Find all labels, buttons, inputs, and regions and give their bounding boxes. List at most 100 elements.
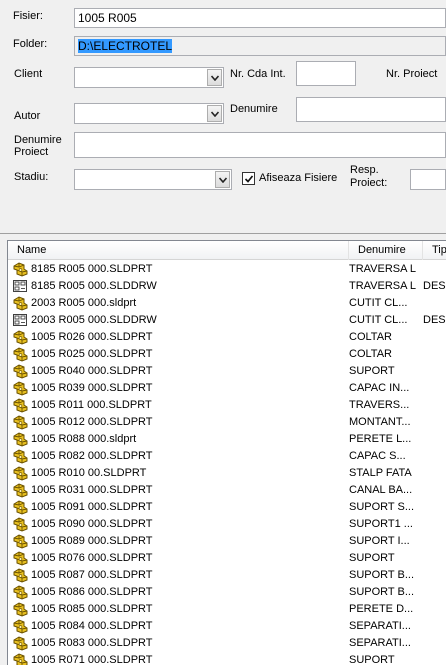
resp-proiect-label-line2: Proiect: [350, 177, 388, 189]
file-row[interactable]: 1005 R076 000.SLDPRT SUPORT [8, 550, 446, 567]
file-row[interactable]: 1005 R089 000.SLDPRT SUPORT I... [8, 533, 446, 550]
file-denumire: SUPORT B... [349, 586, 415, 598]
file-denumire: MONTANT... [349, 416, 411, 428]
file-row[interactable]: 1005 R011 000.SLDPRT TRAVERS... [8, 397, 446, 414]
file-tipd [423, 499, 446, 516]
file-row[interactable]: 1005 R088 000.sldprt PERETE L... [8, 431, 446, 448]
file-tipd [423, 397, 446, 414]
autor-dropdown[interactable] [74, 103, 224, 124]
stadiu-dropdown[interactable] [74, 169, 232, 190]
column-header-tipd[interactable]: TipD [423, 241, 446, 260]
part-icon [12, 414, 28, 430]
file-tipd [423, 601, 446, 618]
file-row[interactable]: 1005 R082 000.SLDPRT CAPAC S... [8, 448, 446, 465]
stadiu-label: Stadiu: [14, 171, 49, 183]
part-icon [12, 584, 28, 600]
file-denumire: SEPARATI... [349, 637, 411, 649]
checkmark-icon [244, 174, 253, 183]
file-tipd: DESE [423, 314, 446, 326]
file-row[interactable]: 1005 R083 000.SLDPRT SEPARATI... [8, 635, 446, 652]
afiseaza-fisiere-label[interactable]: Afiseaza Fisiere [259, 172, 337, 185]
file-tipd [423, 584, 446, 601]
file-row[interactable]: 1005 R040 000.SLDPRT SUPORT [8, 363, 446, 380]
client-dropdown-button[interactable] [207, 69, 222, 86]
file-row[interactable]: 1005 R026 000.SLDPRT COLTAR [8, 329, 446, 346]
file-denumire: SUPORT [349, 654, 395, 665]
file-name-cell: 1005 R026 000.SLDPRT [12, 329, 348, 346]
file-row[interactable]: 1005 R031 000.SLDPRT CANAL BA... [8, 482, 446, 499]
file-name: 1005 R025 000.SLDPRT [31, 348, 153, 360]
file-row[interactable]: 2003 R005 000.SLDDRW CUTIT CL... DESE [8, 312, 446, 329]
part-icon [12, 329, 28, 345]
column-header-denumire[interactable]: Denumire [349, 241, 423, 260]
file-row[interactable]: 1005 R087 000.SLDPRT SUPORT B... [8, 567, 446, 584]
column-header-name[interactable]: Name [8, 241, 349, 260]
file-name-cell: 1005 R025 000.SLDPRT [12, 346, 348, 363]
autor-dropdown-button[interactable] [207, 105, 222, 122]
file-name: 1005 R085 000.SLDPRT [31, 603, 153, 615]
denumire-field[interactable] [296, 97, 446, 122]
file-name: 1005 R012 000.SLDPRT [31, 416, 153, 428]
part-icon [12, 550, 28, 566]
chevron-down-icon [210, 74, 219, 81]
file-name: 1005 R011 000.SLDPRT [31, 399, 152, 411]
file-row[interactable]: 1005 R091 000.SLDPRT SUPORT S... [8, 499, 446, 516]
file-tipd [423, 533, 446, 550]
file-row[interactable]: 1005 R025 000.SLDPRT COLTAR [8, 346, 446, 363]
fisier-value: 1005 R005 [78, 11, 137, 25]
file-row[interactable]: 1005 R010 00.SLDPRT STALP FATA [8, 465, 446, 482]
file-name-cell: 8185 R005 000.SLDDRW [12, 278, 348, 295]
file-denumire: STALP FATA [349, 467, 412, 479]
file-name: 1005 R071 000.SLDPRT [31, 654, 153, 665]
file-row[interactable]: 8185 R005 000.SLDDRW TRAVERSA L DESE [8, 278, 446, 295]
file-row[interactable]: 8185 R005 000.SLDPRT TRAVERSA L [8, 261, 446, 278]
file-denumire: TRAVERSA L [349, 280, 417, 292]
denumire-proiect-label-line2: Proiect [14, 146, 49, 158]
part-icon [12, 482, 28, 498]
client-dropdown[interactable] [74, 67, 224, 88]
file-row[interactable]: 1005 R071 000.SLDPRT SUPORT [8, 652, 446, 665]
stadiu-dropdown-button[interactable] [215, 171, 230, 188]
file-denumire: PERETE D... [349, 603, 414, 615]
part-icon [12, 499, 28, 515]
file-name: 1005 R082 000.SLDPRT [31, 450, 153, 462]
part-icon [12, 652, 28, 665]
part-icon [12, 346, 28, 362]
afiseaza-fisiere-checkbox[interactable] [242, 172, 255, 185]
file-tipd [423, 448, 446, 465]
autor-label: Autor [14, 110, 41, 122]
file-tipd [423, 465, 446, 482]
folder-field[interactable]: D:\ELECTROTEL [74, 36, 446, 56]
file-row[interactable]: 1005 R084 000.SLDPRT SEPARATI... [8, 618, 446, 635]
file-name-cell: 1005 R040 000.SLDPRT [12, 363, 348, 380]
file-name: 8185 R005 000.SLDPRT [31, 263, 153, 275]
file-denumire: SUPORT [349, 552, 395, 564]
fisier-field[interactable]: 1005 R005 [74, 8, 446, 28]
file-name: 1005 R087 000.SLDPRT [31, 569, 153, 581]
file-row[interactable]: 1005 R085 000.SLDPRT PERETE D... [8, 601, 446, 618]
file-row[interactable]: 2003 R005 000.sldprt CUTIT CL... [8, 295, 446, 312]
part-icon [12, 397, 28, 413]
file-name: 1005 R086 000.SLDPRT [31, 586, 153, 598]
file-name: 1005 R090 000.SLDPRT [31, 518, 153, 530]
file-tipd [423, 652, 446, 665]
file-name: 1005 R089 000.SLDPRT [31, 535, 153, 547]
file-tipd [423, 329, 446, 346]
file-row[interactable]: 1005 R086 000.SLDPRT SUPORT B... [8, 584, 446, 601]
file-denumire: COLTAR [349, 331, 392, 343]
part-icon [12, 567, 28, 583]
file-denumire: SUPORT1 ... [349, 518, 413, 530]
nr-cda-int-field[interactable] [296, 61, 356, 86]
file-name-cell: 1005 R091 000.SLDPRT [12, 499, 348, 516]
denumire-proiect-field[interactable] [74, 132, 446, 158]
resp-proiect-field[interactable] [410, 169, 446, 190]
file-row[interactable]: 1005 R039 000.SLDPRT CAPAC IN... [8, 380, 446, 397]
file-row[interactable]: 1005 R090 000.SLDPRT SUPORT1 ... [8, 516, 446, 533]
file-name-cell: 1005 R088 000.sldprt [12, 431, 348, 448]
file-list[interactable]: Name Denumire TipD 8185 R005 000.SLDPRT T… [7, 240, 446, 665]
file-row[interactable]: 1005 R012 000.SLDPRT MONTANT... [8, 414, 446, 431]
nr-cda-int-label: Nr. Cda Int. [230, 68, 286, 80]
file-denumire: SUPORT I... [349, 535, 410, 547]
file-tipd [423, 618, 446, 635]
part-icon [12, 448, 28, 464]
